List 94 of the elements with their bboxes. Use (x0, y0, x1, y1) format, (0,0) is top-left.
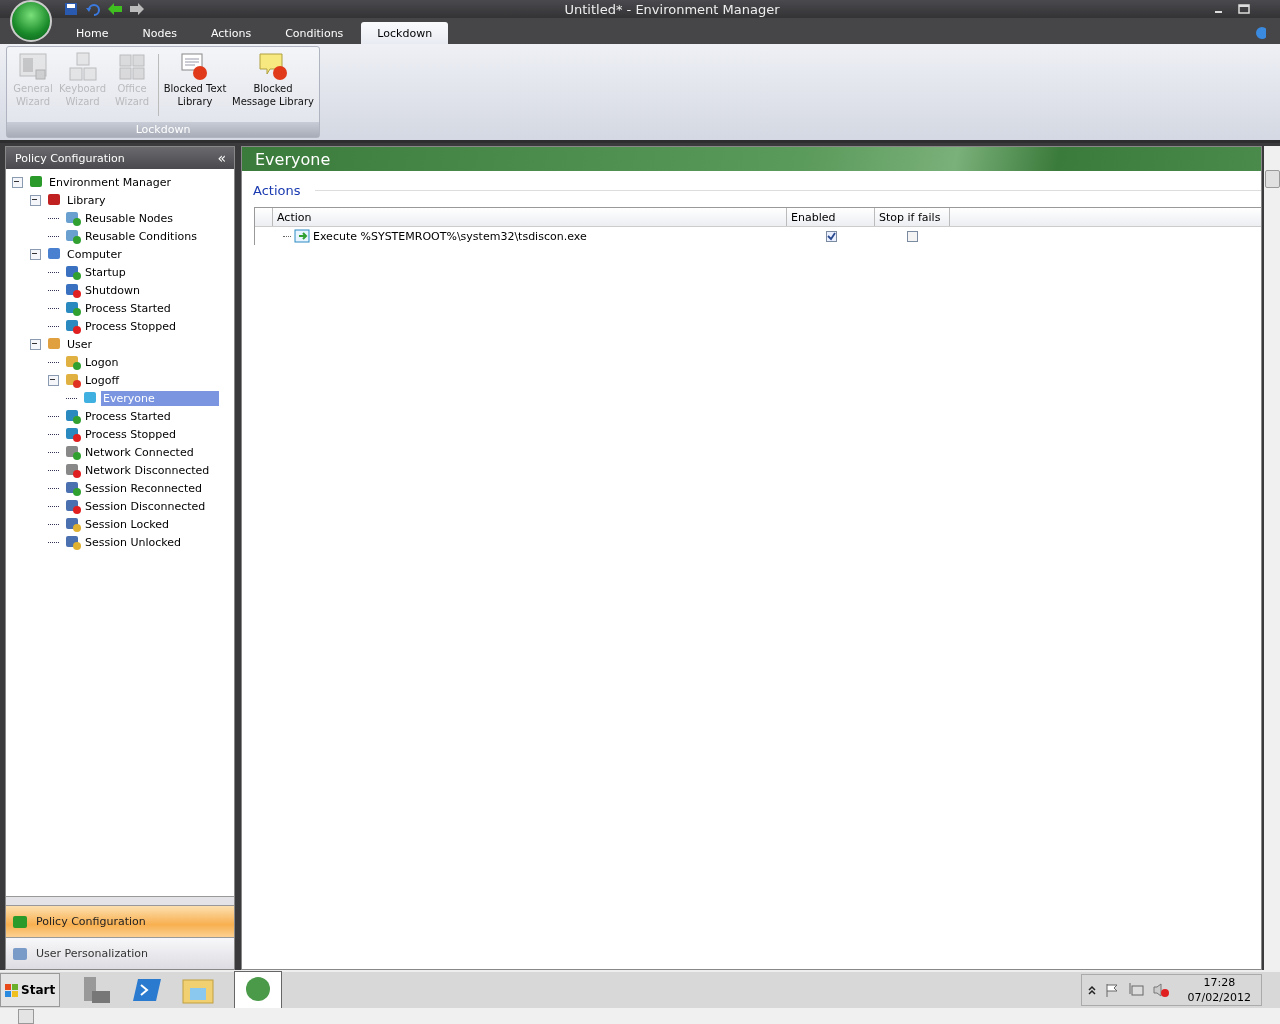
tree-node-icon (65, 282, 81, 298)
tree-node-icon (83, 390, 99, 406)
clock-time: 17:28 (1203, 975, 1236, 990)
nav-icon (12, 945, 28, 962)
tree-item[interactable]: Session Disconnected (83, 498, 208, 514)
tree-node-icon (29, 174, 45, 190)
tree-item[interactable]: Logoff (83, 372, 121, 388)
tree-item[interactable]: Logon (83, 354, 121, 370)
tree-item[interactable]: Process Started (83, 300, 173, 316)
keyboard-keys-icon (67, 52, 98, 82)
tree-node-icon (65, 480, 81, 496)
navigation-button[interactable]: Policy Configuration (6, 905, 234, 937)
tree-node-icon (65, 534, 81, 550)
column-header[interactable]: Stop if fails (875, 208, 950, 226)
navigation-button[interactable]: User Personalization (6, 937, 234, 969)
undo-icon[interactable] (86, 2, 100, 16)
tree-node-icon (47, 336, 63, 352)
tree-node-icon (65, 498, 81, 514)
ribbon-tab[interactable]: Actions (194, 22, 268, 44)
collapse-toggle-icon[interactable] (30, 194, 41, 206)
collapse-toggle-icon[interactable] (12, 176, 23, 188)
tree-item[interactable]: Reusable Nodes (83, 210, 176, 226)
tree-item[interactable]: Session Reconnected (83, 480, 204, 496)
ribbon-tab[interactable]: Conditions (269, 22, 360, 44)
column-header[interactable]: Action (273, 208, 787, 226)
globe-icon[interactable] (245, 975, 272, 1002)
tree-node-icon (65, 228, 81, 244)
application-orb[interactable] (10, 0, 52, 42)
back-arrow-icon[interactable] (108, 3, 122, 15)
checkbox[interactable] (907, 230, 918, 242)
nav-icon (12, 913, 28, 930)
tree-item[interactable]: Computer (65, 246, 124, 262)
column-header[interactable]: Enabled (787, 208, 875, 226)
windows-logo-icon (5, 983, 19, 997)
ribbon-group-label: Lockdown (7, 122, 319, 137)
ribbon-tab[interactable]: Home (60, 22, 125, 44)
content-title: Everyone (255, 149, 331, 169)
tree-node-icon (65, 408, 81, 424)
splitter-grip[interactable] (6, 896, 234, 905)
tree-node-icon (65, 426, 81, 442)
collapse-toggle-icon[interactable] (30, 338, 41, 350)
tree-item[interactable]: Reusable Conditions (83, 228, 199, 244)
clock-date: 07/02/2012 (1187, 990, 1251, 1005)
tree-item[interactable]: Network Connected (83, 444, 196, 460)
tree-item[interactable]: Process Stopped (83, 426, 178, 442)
maximize-icon[interactable] (1238, 4, 1250, 14)
tree-node-icon (65, 264, 81, 280)
tree-node-icon (65, 318, 81, 334)
tree-node-icon (65, 516, 81, 532)
execute-icon (294, 229, 310, 243)
collapse-toggle-icon[interactable] (48, 374, 59, 386)
tree-item[interactable]: Process Stopped (83, 318, 178, 334)
blocked-document-icon (180, 52, 210, 82)
forward-arrow-icon[interactable] (130, 3, 144, 15)
tree-item[interactable]: Startup (83, 264, 128, 280)
ribbon-button[interactable]: Blocked Message Library (229, 50, 317, 110)
office-grid-icon (117, 52, 147, 82)
speaker-muted-icon[interactable] (1151, 982, 1170, 998)
tree-item[interactable]: Shutdown (83, 282, 142, 298)
tree-item[interactable]: Session Unlocked (83, 534, 184, 550)
tree-item[interactable]: Network Disconnected (83, 462, 212, 478)
collapse-button[interactable]: « (217, 150, 226, 166)
checkbox[interactable] (825, 230, 837, 242)
tree-item[interactable]: Process Started (83, 408, 173, 424)
tree-node-icon (47, 192, 63, 208)
tree-node-icon (65, 354, 81, 370)
panel-title: Policy Configuration (15, 151, 125, 165)
flag-icon[interactable] (1103, 982, 1120, 998)
tree-node-icon (65, 210, 81, 226)
tree-node-icon (65, 372, 81, 388)
vertical-scrollbar[interactable] (1264, 146, 1280, 970)
tree-node-icon (47, 246, 63, 262)
ribbon-tab[interactable]: Nodes (126, 22, 193, 44)
chevron-up-icon[interactable] (1087, 985, 1096, 995)
blocked-message-icon (258, 52, 288, 82)
tree-item[interactable]: Session Locked (83, 516, 171, 532)
help-icon[interactable] (1254, 26, 1266, 40)
tree-node-icon (65, 444, 81, 460)
tree-item[interactable]: Library (65, 192, 108, 208)
save-icon[interactable] (64, 2, 78, 16)
ribbon-button[interactable]: Blocked Text Library (161, 50, 229, 110)
ribbon-tab[interactable]: Lockdown (361, 22, 449, 44)
tree-node-icon (65, 300, 81, 316)
collapse-toggle-icon[interactable] (30, 248, 41, 260)
window-title: Untitled* - Environment Manager (564, 1, 780, 17)
tree-item[interactable]: User (65, 336, 95, 352)
powershell-icon[interactable] (132, 977, 163, 1003)
tree-node-icon (65, 462, 81, 478)
start-button[interactable]: Start (0, 973, 61, 1007)
tree-item[interactable]: Environment Manager (47, 174, 173, 190)
table-cell: Execute %SYSTEMROOT%\system32\tsdiscon.exe (313, 229, 587, 243)
wizard-window-icon (18, 52, 48, 82)
section-title: Actions (253, 183, 301, 198)
horizontal-scrollbar[interactable] (0, 1008, 1280, 1024)
